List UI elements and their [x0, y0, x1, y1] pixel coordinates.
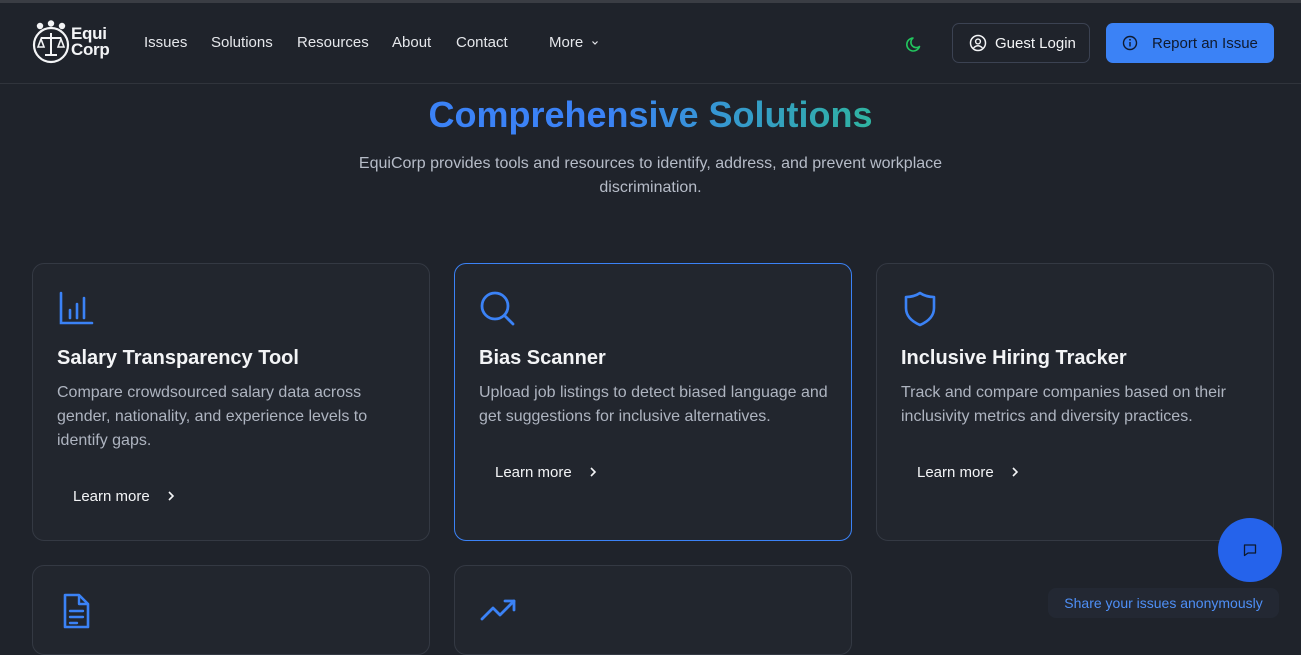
card-title: Salary Transparency Tool — [57, 347, 299, 369]
learn-more-button[interactable]: Learn more — [479, 454, 614, 490]
nav-more-dropdown[interactable]: More — [549, 34, 599, 51]
guest-login-button[interactable]: Guest Login — [952, 23, 1090, 63]
moon-icon[interactable] — [904, 33, 926, 55]
brand-wordmark: Equi Corp — [71, 25, 110, 59]
chevron-right-icon — [590, 467, 596, 477]
brand-name-line2: Corp — [71, 40, 110, 59]
page-subtitle: EquiCorp provides tools and resources to… — [358, 155, 943, 196]
nav-more-label: More — [549, 34, 584, 51]
brand-logo[interactable]: Equi Corp — [32, 16, 114, 66]
nav-contact[interactable]: Contact — [456, 34, 508, 51]
bar-chart-icon — [59, 291, 94, 325]
document-icon — [63, 593, 90, 629]
learn-more-label: Learn more — [495, 463, 572, 481]
learn-more-button[interactable]: Learn more — [901, 454, 1036, 490]
chat-tooltip: Share your issues anonymously — [1048, 588, 1279, 618]
card-description: Upload job listings to detect biased lan… — [479, 384, 828, 425]
learn-more-label: Learn more — [73, 487, 150, 505]
guest-login-label: Guest Login — [995, 34, 1076, 52]
site-header: Equi Corp Issues Solutions Resources Abo… — [0, 3, 1301, 84]
report-issue-label: Report an Issue — [1152, 34, 1258, 52]
user-circle-icon — [969, 34, 987, 52]
solution-card-trends — [454, 565, 852, 655]
nav-resources[interactable]: Resources — [297, 34, 369, 51]
report-issue-button[interactable]: Report an Issue — [1106, 23, 1274, 63]
chevron-right-icon — [1012, 467, 1018, 477]
shield-icon — [904, 291, 936, 327]
trending-up-icon — [480, 599, 516, 621]
search-icon — [480, 291, 515, 326]
solution-card-hiring-tracker: Inclusive Hiring Tracker Track and compa… — [876, 263, 1274, 541]
scales-of-justice-icon — [32, 20, 70, 64]
solution-card-salary: Salary Transparency Tool Compare crowdso… — [32, 263, 430, 541]
card-title: Bias Scanner — [479, 347, 606, 369]
card-title: Inclusive Hiring Tracker — [901, 347, 1127, 369]
message-icon — [1243, 544, 1257, 557]
card-description: Compare crowdsourced salary data across … — [57, 384, 368, 449]
chevron-down-icon — [592, 41, 599, 45]
learn-more-button[interactable]: Learn more — [57, 478, 192, 514]
nav-about[interactable]: About — [392, 34, 431, 51]
chat-button[interactable] — [1218, 518, 1282, 582]
card-description: Track and compare companies based on the… — [901, 384, 1226, 425]
chevron-right-icon — [168, 491, 174, 501]
info-icon — [1122, 35, 1138, 51]
page-title: Comprehensive Solutions — [428, 94, 873, 135]
solution-card-bias-scanner: Bias Scanner Upload job listings to dete… — [454, 263, 852, 541]
nav-issues[interactable]: Issues — [144, 34, 187, 51]
learn-more-label: Learn more — [917, 463, 994, 481]
nav-solutions[interactable]: Solutions — [211, 34, 273, 51]
solution-card-documents — [32, 565, 430, 655]
